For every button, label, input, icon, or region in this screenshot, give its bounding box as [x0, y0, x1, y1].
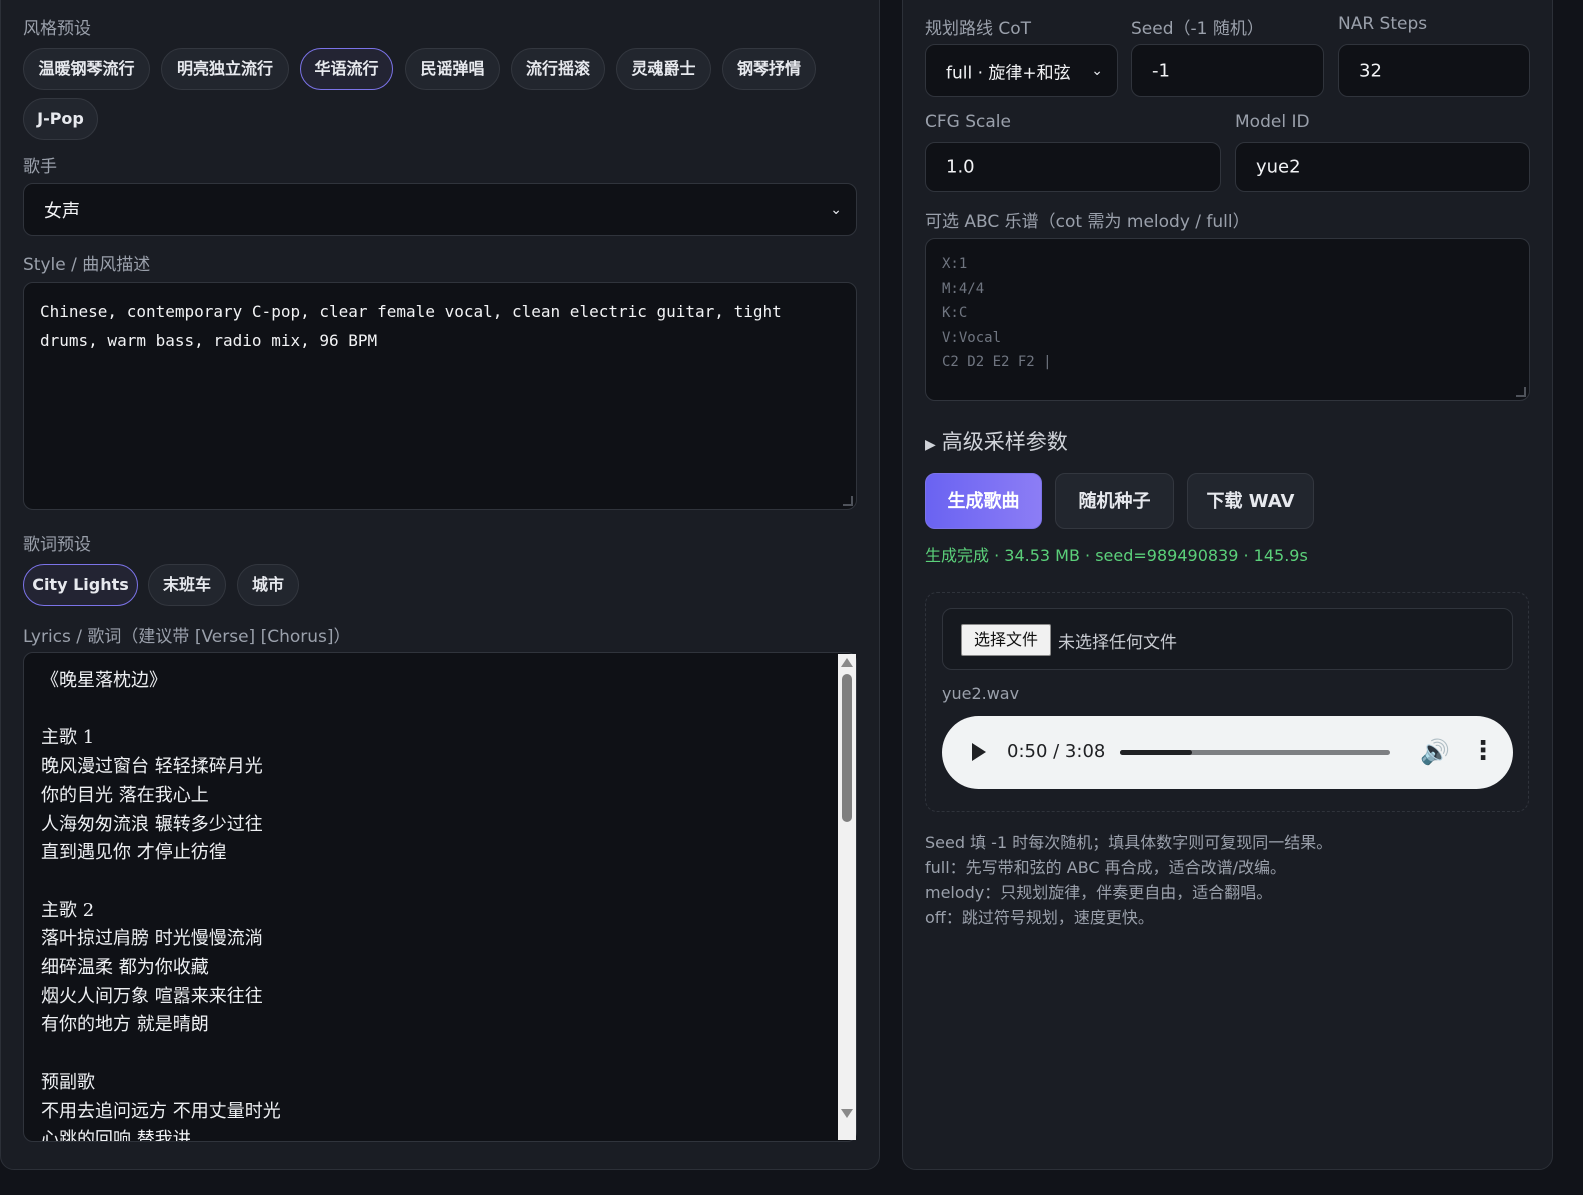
lyrics-presets-label: 歌词预设 — [23, 535, 91, 555]
style-preset-chip[interactable]: J-Pop — [23, 98, 98, 140]
style-preset-chip[interactable]: 民谣弹唱 — [405, 48, 500, 90]
status-detail: · 34.53 MB · seed=989490839 · 145.9s — [989, 546, 1308, 565]
status-text: 生成完成 · 34.53 MB · seed=989490839 · 145.9… — [925, 542, 1308, 566]
lyrics-text: 《晚星落枕边》 主歌 1 晚风漫过窗台 轻轻揉碎月光 你的目光 落在我心上 人海… — [41, 670, 281, 1142]
help-line: melody：只规划旋律，伴奏更自由，适合翻唱。 — [925, 883, 1273, 902]
style-preset-chip[interactable]: 灵魂爵士 — [616, 48, 711, 90]
style-presets-label: 风格预设 — [23, 19, 91, 39]
scrollbar-thumb[interactable] — [842, 674, 852, 822]
nar-steps-label: NAR Steps — [1338, 14, 1428, 34]
no-file-text: 未选择任何文件 — [1058, 633, 1177, 653]
audio-progress-fill — [1120, 750, 1192, 755]
lyrics-preset-chip[interactable]: 末班车 — [148, 564, 226, 606]
play-icon[interactable] — [972, 743, 986, 761]
style-label: Style / 曲风描述 — [23, 255, 151, 275]
abc-label: 可选 ABC 乐谱（cot 需为 melody / full） — [925, 212, 1250, 232]
cfg-scale-value: 1.0 — [946, 156, 975, 178]
audio-time: 0:50 / 3:08 — [1007, 741, 1106, 762]
abc-placeholder: X:1 M:4/4 K:C V:Vocal C2 D2 E2 F2 | — [942, 256, 1052, 370]
model-id-label: Model ID — [1235, 112, 1310, 132]
cot-label: 规划路线 CoT — [925, 19, 1032, 39]
lyrics-label: Lyrics / 歌词（建议带 [Verse] [Chorus]） — [23, 627, 351, 647]
style-preset-chip[interactable]: 流行摇滚 — [511, 48, 605, 90]
caret-right-icon: ▶ — [925, 437, 936, 453]
volume-icon[interactable]: 🔊 — [1420, 738, 1450, 766]
style-preset-chip[interactable]: 温暖钢琴流行 — [23, 48, 150, 90]
lyrics-scrollbar[interactable] — [838, 654, 856, 1140]
resize-handle-icon[interactable] — [1516, 387, 1526, 397]
help-line: full：先写带和弦的 ABC 再合成，适合改谱/改编。 — [925, 858, 1287, 877]
singer-label: 歌手 — [23, 157, 57, 177]
help-line: Seed 填 -1 时每次随机；填具体数字则可复现同一结果。 — [925, 833, 1333, 852]
audio-filename: yue2.wav — [942, 684, 1020, 703]
download-wav-button[interactable]: 下载 WAV — [1187, 473, 1314, 529]
generate-button[interactable]: 生成歌曲 — [925, 473, 1042, 529]
model-id-input[interactable]: yue2 — [1235, 142, 1530, 192]
singer-select[interactable]: 女声 ⌄ — [23, 183, 857, 236]
random-seed-button[interactable]: 随机种子 — [1055, 473, 1174, 529]
file-input[interactable]: 选择文件 未选择任何文件 — [942, 608, 1513, 670]
audio-progress-track[interactable] — [1120, 750, 1390, 755]
advanced-params-label: 高级采样参数 — [941, 430, 1068, 454]
cot-value: full · 旋律+和弦 — [946, 63, 1071, 83]
help-text: Seed 填 -1 时每次随机；填具体数字则可复现同一结果。 full：先写带和… — [925, 830, 1332, 930]
nar-steps-value: 32 — [1359, 60, 1382, 81]
advanced-params-toggle[interactable]: ▶ 高级采样参数 — [925, 426, 1068, 456]
model-id-value: yue2 — [1256, 156, 1301, 178]
abc-textarea[interactable]: X:1 M:4/4 K:C V:Vocal C2 D2 E2 F2 | — [925, 238, 1530, 401]
chevron-down-icon: ⌄ — [830, 201, 842, 218]
cot-select[interactable]: full · 旋律+和弦 ⌄ — [925, 44, 1118, 97]
scroll-up-arrow-icon[interactable] — [841, 658, 853, 667]
singer-value: 女声 — [44, 200, 80, 222]
nar-steps-input[interactable]: 32 — [1338, 44, 1530, 97]
chevron-down-icon: ⌄ — [1091, 62, 1103, 79]
style-text: Chinese, contemporary C-pop, clear femal… — [40, 302, 782, 350]
style-preset-chip[interactable]: 明亮独立流行 — [161, 48, 289, 90]
style-preset-chip-active[interactable]: 华语流行 — [300, 48, 393, 90]
style-preset-chip[interactable]: 钢琴抒情 — [722, 48, 816, 90]
audio-player[interactable]: 0:50 / 3:08 🔊 ⋮ — [942, 716, 1513, 789]
choose-file-button[interactable]: 选择文件 — [961, 624, 1051, 656]
help-line: off：跳过符号规划，速度更快。 — [925, 908, 1154, 927]
seed-input[interactable]: -1 — [1131, 44, 1324, 97]
lyrics-preset-chip[interactable]: 城市 — [237, 564, 299, 606]
lyrics-preset-chip-active[interactable]: City Lights — [23, 564, 138, 606]
status-prefix: 生成完成 — [925, 546, 990, 565]
seed-label: Seed（-1 随机） — [1131, 19, 1264, 39]
cfg-scale-label: CFG Scale — [925, 112, 1011, 132]
cfg-scale-input[interactable]: 1.0 — [925, 142, 1221, 192]
lyrics-textarea[interactable]: 《晚星落枕边》 主歌 1 晚风漫过窗台 轻轻揉碎月光 你的目光 落在我心上 人海… — [23, 652, 857, 1142]
resize-handle-icon[interactable] — [843, 496, 853, 506]
more-options-icon[interactable]: ⋮ — [1470, 736, 1496, 766]
scroll-down-arrow-icon[interactable] — [841, 1109, 853, 1118]
style-textarea[interactable]: Chinese, contemporary C-pop, clear femal… — [23, 282, 857, 510]
seed-value: -1 — [1152, 60, 1170, 81]
